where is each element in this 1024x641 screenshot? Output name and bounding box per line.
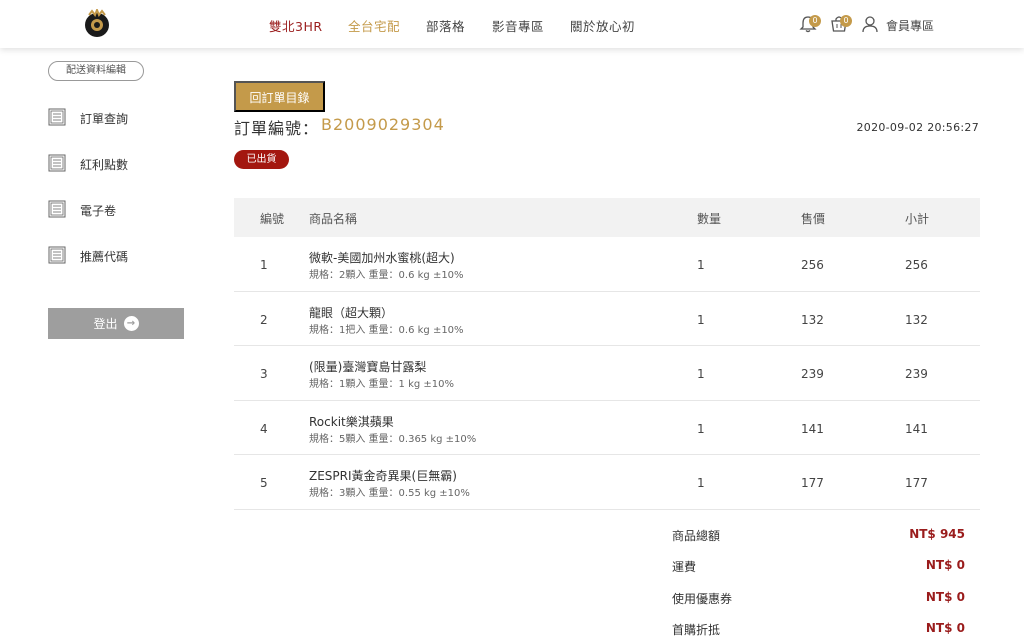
sidebar-item-vouchers[interactable]: 電子卷 — [48, 200, 198, 222]
user-icon[interactable] — [860, 14, 880, 34]
back-to-orders-button[interactable]: 回訂單目錄 — [234, 81, 325, 112]
document-icon — [48, 246, 66, 264]
table-row: 1 微軟-美國加州水蜜桃(超大) 規格：2顆入 重量：0.6 kg ±10% 1… — [234, 237, 980, 292]
summary-item-total: 商品總額 NT$ 945 — [672, 527, 965, 547]
cell-price: 256 — [801, 258, 824, 272]
table-row: 3 (限量)臺灣寶島甘露梨 規格：1顆入 重量：1 kg ±10% 1 239 … — [234, 346, 980, 401]
cell-no: 3 — [260, 367, 268, 381]
order-number-label: 訂單編號： — [234, 119, 320, 138]
table-row: 5 ZESPRI黃金奇異果(巨無霸) 規格：3顆入 重量：0.55 kg ±10… — [234, 455, 980, 510]
cell-product-spec: 規格：3顆入 重量：0.55 kg ±10% — [309, 488, 470, 499]
document-icon — [48, 154, 66, 172]
cell-no: 1 — [260, 258, 268, 272]
cell-product-name: (限量)臺灣寶島甘露梨 — [309, 360, 427, 374]
status-badge: 已出貨 — [234, 150, 289, 169]
brand-logo[interactable] — [83, 9, 111, 39]
cell-price: 239 — [801, 367, 824, 381]
cell-product-name: 龍眼（超大顆） — [309, 305, 394, 320]
logout-button[interactable]: 登出 → — [48, 308, 184, 339]
summary-value: NT$ 945 — [909, 527, 965, 541]
cell-product-spec: 規格：1把入 重量：0.6 kg ±10% — [309, 324, 464, 336]
header-subtotal: 小計 — [905, 212, 930, 226]
order-items-table: 編號 商品名稱 數量 售價 小計 1 微軟-美國加州水蜜桃(超大) 規格：2顆入… — [234, 198, 980, 510]
nav-delivery[interactable]: 全台宅配 — [348, 16, 400, 35]
cell-subtotal: 177 — [905, 476, 928, 490]
notification-badge: 0 — [809, 15, 821, 27]
table-row: 2 龍眼（超大顆） 規格：1把入 重量：0.6 kg ±10% 1 132 13… — [234, 292, 980, 346]
header-qty: 數量 — [697, 212, 722, 226]
cell-product-name: Rockit樂淇蘋果 — [309, 414, 394, 429]
arrow-right-icon: → — [123, 316, 139, 331]
cell-qty: 1 — [697, 312, 705, 327]
summary-value: NT$ 0 — [925, 558, 965, 572]
sidebar-item-label: 電子卷 — [80, 204, 117, 218]
summary-item-first-purchase: 首購折抵 NT$ 0 — [672, 621, 965, 641]
cell-qty: 1 — [697, 367, 705, 381]
cell-product-spec: 規格：2顆入 重量：0.6 kg ±10% — [309, 270, 464, 281]
summary-label: 使用優惠券 — [672, 592, 733, 606]
cell-no: 2 — [260, 312, 268, 327]
summary-value: NT$ 0 — [925, 621, 965, 635]
table-header: 編號 商品名稱 數量 售價 小計 — [234, 198, 980, 237]
cell-product-name: ZESPRI黃金奇異果(巨無霸) — [309, 469, 457, 483]
cell-qty: 1 — [697, 421, 705, 436]
top-header: 雙北3HR 全台宅配 部落格 影音專區 關於放心初 0 0 會員專區 — [0, 0, 1024, 48]
sidebar-item-orders[interactable]: 訂單查詢 — [48, 108, 198, 130]
cell-qty: 1 — [697, 476, 705, 490]
summary-label: 商品總額 — [672, 529, 721, 543]
cell-subtotal: 256 — [905, 258, 928, 272]
cell-product-spec: 規格：5顆入 重量：0.365 kg ±10% — [309, 433, 477, 445]
nav-3hr[interactable]: 雙北3HR — [269, 16, 323, 35]
summary-label: 運費 — [672, 560, 697, 574]
nav-video[interactable]: 影音專區 — [492, 16, 544, 35]
header-no: 編號 — [260, 212, 285, 226]
summary-value: NT$ 0 — [925, 590, 965, 604]
sidebar-item-label: 紅利點數 — [80, 158, 129, 172]
sidebar-item-label: 訂單查詢 — [80, 112, 129, 126]
sidebar-item-label: 推薦代碼 — [80, 250, 129, 264]
sidebar-item-points[interactable]: 紅利點數 — [48, 154, 198, 176]
order-number: B2009029304 — [321, 115, 445, 134]
summary-item-shipping: 運費 NT$ 0 — [672, 558, 965, 578]
cell-subtotal: 132 — [905, 312, 928, 327]
header-price: 售價 — [801, 212, 826, 226]
cell-subtotal: 239 — [905, 367, 928, 381]
cell-price: 132 — [801, 312, 824, 327]
order-datetime: 2020-09-02 20:56:27 — [856, 121, 979, 134]
logout-label: 登出 — [93, 317, 118, 331]
cell-price: 177 — [801, 476, 824, 490]
edit-delivery-button[interactable]: 配送資料編輯 — [48, 61, 144, 81]
cell-price: 141 — [801, 421, 824, 436]
document-icon — [48, 108, 66, 126]
cell-product-spec: 規格：1顆入 重量：1 kg ±10% — [309, 379, 455, 390]
cell-no: 4 — [260, 421, 268, 436]
cell-qty: 1 — [697, 258, 705, 272]
nav-about[interactable]: 關於放心初 — [570, 16, 635, 35]
cell-product-name: 微軟-美國加州水蜜桃(超大) — [309, 251, 455, 265]
nav-blog[interactable]: 部落格 — [426, 16, 465, 35]
sidebar-item-referral[interactable]: 推薦代碼 — [48, 246, 198, 268]
table-row: 4 Rockit樂淇蘋果 規格：5顆入 重量：0.365 kg ±10% 1 1… — [234, 401, 980, 455]
member-area-link[interactable]: 會員專區 — [886, 17, 934, 34]
header-name: 商品名稱 — [309, 212, 358, 226]
document-icon — [48, 200, 66, 218]
summary-label: 首購折抵 — [672, 623, 721, 637]
cell-no: 5 — [260, 476, 268, 490]
cart-badge: 0 — [840, 15, 852, 27]
summary-item-coupon: 使用優惠券 NT$ 0 — [672, 590, 965, 610]
cell-subtotal: 141 — [905, 421, 928, 436]
